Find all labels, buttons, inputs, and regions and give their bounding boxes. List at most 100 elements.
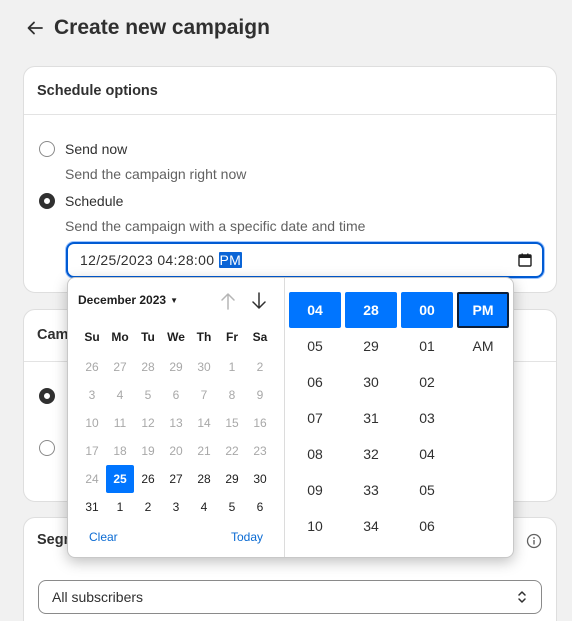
calendar-day[interactable]: 30 — [190, 353, 218, 381]
calendar-day[interactable]: 26 — [134, 465, 162, 493]
hour-option[interactable]: 06 — [289, 364, 341, 400]
calendar-day[interactable]: 14 — [190, 409, 218, 437]
ampm-option[interactable]: AM — [457, 328, 509, 364]
calendar-day[interactable]: 29 — [162, 353, 190, 381]
ampm-segment[interactable]: PM — [218, 252, 243, 268]
calendar-day[interactable]: 13 — [162, 409, 190, 437]
calendar-day[interactable]: 11 — [106, 409, 134, 437]
calendar-day[interactable]: 1 — [218, 353, 246, 381]
minute-column: 28 29 30 31 32 33 34 — [345, 292, 397, 544]
back-button[interactable] — [24, 14, 46, 42]
month-year-dropdown[interactable]: December 2023 ▼ — [78, 293, 178, 307]
ampm-option-selected[interactable]: PM — [457, 292, 509, 328]
minute-segment[interactable]: 28 — [178, 252, 194, 268]
calendar-week: 17 18 19 20 21 22 23 — [78, 437, 274, 465]
second-option[interactable]: 05 — [401, 472, 453, 508]
minute-option[interactable]: 33 — [345, 472, 397, 508]
calendar-day[interactable]: 28 — [190, 465, 218, 493]
arrow-up-icon[interactable] — [219, 291, 237, 311]
second-option[interactable]: 06 — [401, 508, 453, 544]
hour-segment[interactable]: 04 — [157, 252, 173, 268]
calendar-day[interactable]: 29 — [218, 465, 246, 493]
calendar-day[interactable]: 4 — [190, 493, 218, 521]
year-segment[interactable]: 2023 — [121, 252, 153, 268]
calendar-day[interactable]: 24 — [78, 465, 106, 493]
calendar-day[interactable]: 22 — [218, 437, 246, 465]
radio-button[interactable] — [39, 193, 55, 209]
radio-button[interactable] — [39, 141, 55, 157]
minute-option[interactable]: 30 — [345, 364, 397, 400]
hour-option[interactable]: 09 — [289, 472, 341, 508]
calendar-day[interactable]: 17 — [78, 437, 106, 465]
calendar-day[interactable]: 3 — [78, 381, 106, 409]
radio-send-now[interactable]: Send now — [39, 141, 127, 157]
datetime-input[interactable]: 12/25/2023 04:28:00 PM — [66, 242, 544, 278]
calendar-day[interactable]: 5 — [134, 381, 162, 409]
radio-button[interactable] — [39, 440, 55, 456]
today-button[interactable]: Today — [231, 530, 263, 544]
month-segment[interactable]: 12 — [80, 252, 96, 268]
calendar-day[interactable]: 27 — [106, 353, 134, 381]
day-segment[interactable]: 25 — [100, 252, 116, 268]
calendar-day[interactable]: 19 — [134, 437, 162, 465]
hour-option[interactable]: 05 — [289, 328, 341, 364]
calendar-day[interactable]: 21 — [190, 437, 218, 465]
calendar-day[interactable]: 15 — [218, 409, 246, 437]
calendar-day[interactable]: 18 — [106, 437, 134, 465]
minute-option-selected[interactable]: 28 — [345, 292, 397, 328]
second-option-selected[interactable]: 00 — [401, 292, 453, 328]
calendar-day[interactable]: 20 — [162, 437, 190, 465]
calendar-day[interactable]: 30 — [246, 465, 274, 493]
segment-select[interactable]: All subscribers — [38, 580, 542, 614]
hour-option[interactable]: 10 — [289, 508, 341, 544]
second-option[interactable]: 04 — [401, 436, 453, 472]
calendar-day[interactable]: 26 — [78, 353, 106, 381]
calendar-icon[interactable] — [518, 253, 532, 267]
calendar-day[interactable]: 4 — [106, 381, 134, 409]
calendar-day[interactable]: 31 — [78, 493, 106, 521]
calendar-day[interactable]: 23 — [246, 437, 274, 465]
hour-option[interactable]: 08 — [289, 436, 341, 472]
hour-option[interactable]: 07 — [289, 400, 341, 436]
calendar-week: 26 27 28 29 30 1 2 — [78, 353, 274, 381]
calendar-day[interactable]: 9 — [246, 381, 274, 409]
second-option[interactable]: 01 — [401, 328, 453, 364]
radio-schedule[interactable]: Schedule — [39, 193, 123, 209]
arrow-down-icon[interactable] — [250, 291, 268, 311]
second-column: 00 01 02 03 04 05 06 — [401, 292, 453, 544]
hour-option-selected[interactable]: 04 — [289, 292, 341, 328]
second-option[interactable]: 02 — [401, 364, 453, 400]
calendar-day[interactable]: 27 — [162, 465, 190, 493]
calendar-day[interactable]: 28 — [134, 353, 162, 381]
calendar-day[interactable]: 1 — [106, 493, 134, 521]
calendar-day[interactable]: 10 — [78, 409, 106, 437]
radio-label: Send now — [65, 141, 128, 157]
calendar-day[interactable]: 6 — [246, 493, 274, 521]
info-icon[interactable] — [526, 533, 542, 549]
calendar-week: 24 25 26 27 28 29 30 — [78, 465, 274, 493]
minute-option[interactable]: 29 — [345, 328, 397, 364]
minute-option[interactable]: 31 — [345, 400, 397, 436]
minute-option[interactable]: 34 — [345, 508, 397, 544]
calendar-day[interactable]: 12 — [134, 409, 162, 437]
weekday-label: Tu — [141, 330, 155, 344]
second-segment[interactable]: 00 — [198, 252, 214, 268]
card-title: Schedule options — [37, 82, 158, 99]
chevron-up-down-icon — [518, 591, 526, 603]
schedule-options-card: Schedule options Send now Send the campa… — [23, 66, 557, 293]
calendar-day[interactable]: 6 — [162, 381, 190, 409]
calendar-day[interactable]: 8 — [218, 381, 246, 409]
minute-option[interactable]: 32 — [345, 436, 397, 472]
weekday-header: Su Mo Tu We Th Fr Sa — [78, 330, 274, 344]
calendar-day[interactable]: 3 — [162, 493, 190, 521]
calendar-day[interactable]: 16 — [246, 409, 274, 437]
calendar-day[interactable]: 5 — [218, 493, 246, 521]
calendar-day[interactable]: 2 — [134, 493, 162, 521]
radio-button[interactable] — [39, 388, 55, 404]
calendar-day[interactable]: 2 — [246, 353, 274, 381]
calendar-day[interactable]: 7 — [190, 381, 218, 409]
clear-button[interactable]: Clear — [89, 530, 118, 544]
ampm-column: PM AM — [457, 292, 509, 364]
second-option[interactable]: 03 — [401, 400, 453, 436]
calendar-day-selected[interactable]: 25 — [106, 465, 134, 493]
